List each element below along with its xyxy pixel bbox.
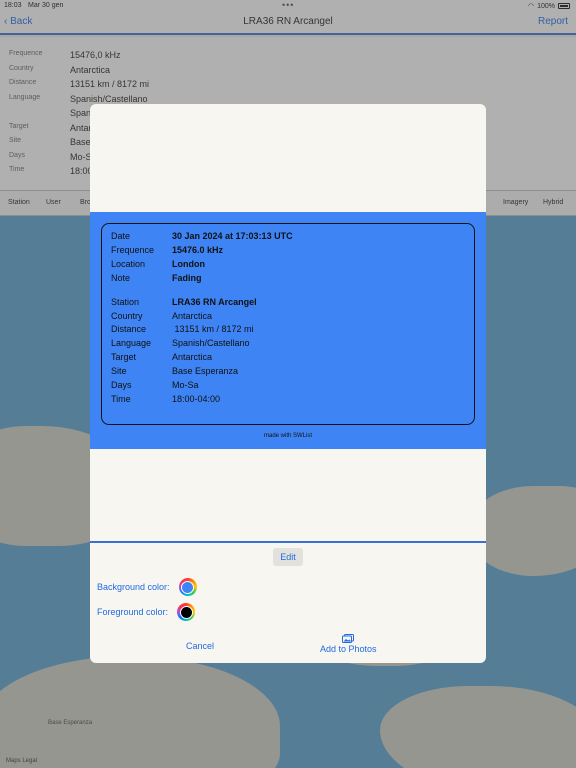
- card-row-value: Spanish/Castellano: [172, 338, 250, 348]
- qsl-card-preview: Date 30 Jan 2024 at 17:03:13 UTC Frequenc…: [90, 212, 486, 449]
- divider: [90, 541, 486, 543]
- card-row-label: Date: [111, 231, 131, 241]
- card-row-value: 30 Jan 2024 at 17:03:13 UTC: [172, 231, 293, 241]
- card-row: Distance 13151 km / 8172 mi: [111, 324, 254, 338]
- edit-button[interactable]: Edit: [273, 548, 303, 566]
- card-row-value: 13151 km / 8172 mi: [172, 324, 254, 334]
- card-row: Days Mo-Sa: [111, 380, 199, 394]
- card-row-value: 15476.0 kHz: [172, 245, 224, 255]
- card-row-label: Station: [111, 297, 140, 307]
- add-to-photos-button[interactable]: Add to Photos: [320, 634, 377, 654]
- card-row-value: Antarctica: [172, 311, 213, 321]
- card-row-label: Frequence: [111, 245, 155, 255]
- card-row: Country Antarctica: [111, 311, 212, 325]
- card-row: Date 30 Jan 2024 at 17:03:13 UTC: [111, 231, 293, 245]
- cancel-button[interactable]: Cancel: [186, 641, 214, 651]
- background-color-swatch: [181, 580, 195, 594]
- foreground-color-swatch: [179, 605, 193, 619]
- card-row-label: Days: [111, 380, 132, 390]
- photo-stack-icon: [342, 634, 355, 643]
- card-row: Note Fading: [111, 273, 202, 287]
- card-row: Frequence 15476.0 kHz: [111, 245, 223, 259]
- card-row-label: Site: [111, 366, 127, 376]
- foreground-color-row: Foreground color:: [97, 603, 196, 621]
- card-row-label: Time: [111, 394, 131, 404]
- card-row-label: Note: [111, 273, 131, 283]
- card-row: Time 18:00-04:00: [111, 394, 220, 408]
- card-row-value: London: [172, 259, 205, 269]
- background-color-row: Background color:: [97, 578, 197, 596]
- share-card-modal: Date 30 Jan 2024 at 17:03:13 UTC Frequenc…: [90, 104, 486, 663]
- made-with-caption: made with SWList: [263, 433, 312, 439]
- card-row-label: Country: [111, 311, 143, 321]
- qsl-card-frame: Date 30 Jan 2024 at 17:03:13 UTC Frequenc…: [101, 223, 475, 425]
- card-row-value: LRA36 RN Arcangel: [172, 297, 257, 307]
- foreground-color-label: Foreground color:: [97, 607, 169, 617]
- background-color-well[interactable]: [178, 578, 197, 596]
- foreground-color-well[interactable]: [177, 603, 196, 621]
- card-row-value: Fading: [172, 273, 202, 283]
- background-color-label: Background color:: [97, 582, 170, 592]
- card-row: Language Spanish/Castellano: [111, 338, 250, 352]
- card-row-label: Language: [111, 338, 152, 348]
- card-row-value: Mo-Sa: [172, 380, 199, 390]
- card-row: Location London: [111, 259, 205, 273]
- card-row: Site Base Esperanza: [111, 366, 238, 380]
- card-row: Station LRA36 RN Arcangel: [111, 297, 257, 311]
- add-to-photos-label: Add to Photos: [320, 644, 377, 654]
- card-row-label: Location: [111, 259, 146, 269]
- card-row-value: Antarctica: [172, 352, 213, 362]
- card-row-value: Base Esperanza: [172, 366, 239, 376]
- card-row-label: Target: [111, 352, 137, 362]
- card-row-label: Distance: [111, 324, 147, 334]
- card-row-value: 18:00-04:00: [172, 394, 221, 404]
- card-row: Target Antarctica: [111, 352, 212, 366]
